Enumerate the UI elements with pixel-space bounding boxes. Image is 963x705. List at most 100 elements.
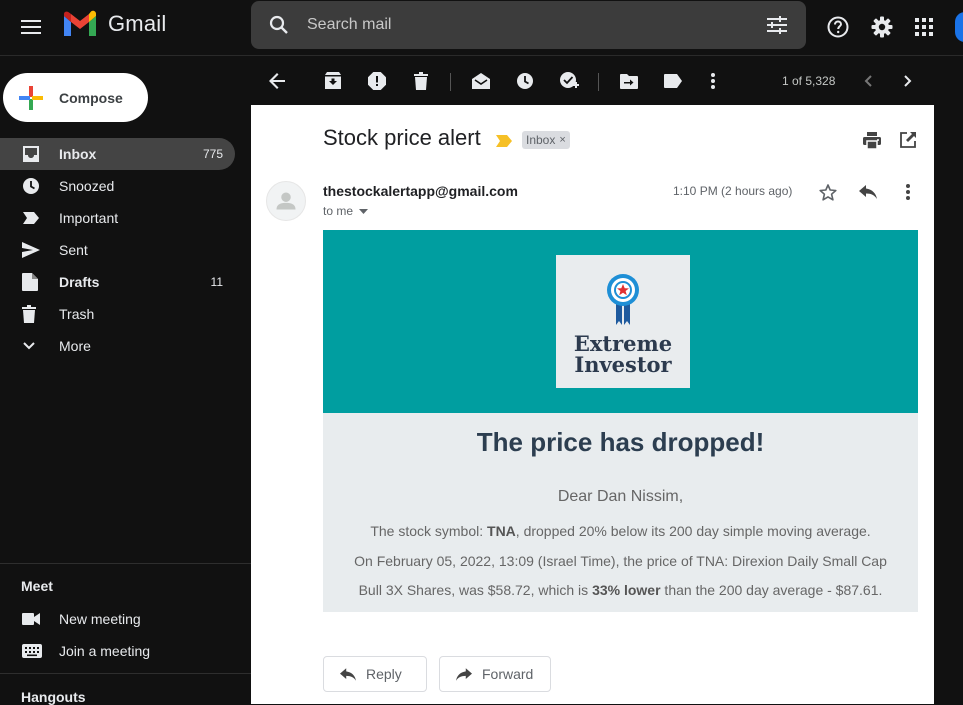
remove-label-button[interactable]: × — [559, 134, 565, 146]
draft-icon — [22, 273, 38, 291]
unread-count: 775 — [202, 147, 223, 161]
email-greeting: Dear Dan Nissim, — [557, 488, 684, 505]
label-chip-text: Inbox — [526, 133, 556, 147]
sidebar-item-label: Important — [59, 210, 119, 226]
star-button[interactable] — [816, 180, 840, 204]
label-icon — [664, 74, 682, 88]
send-icon — [22, 242, 40, 258]
search-bar[interactable] — [251, 1, 806, 49]
delete-button[interactable] — [406, 66, 436, 96]
gmail-logo[interactable]: Gmail — [62, 10, 166, 38]
reply-label: Reply — [366, 666, 402, 682]
join-meeting-button[interactable]: Join a meeting — [0, 635, 235, 667]
forward-label: Forward — [482, 666, 534, 682]
sidebar-item-label: More — [59, 338, 91, 354]
settings-button[interactable] — [865, 10, 899, 44]
snooze-button[interactable] — [510, 66, 540, 96]
email-paragraph: On February 05, 2022, 13:09 (Israel Time… — [354, 553, 887, 569]
more-actions-button[interactable] — [698, 66, 728, 96]
print-icon — [863, 131, 881, 149]
chevron-left-icon — [864, 75, 872, 87]
hamburger-menu-icon — [21, 20, 41, 34]
inbox-label-chip[interactable]: Inbox × — [522, 131, 570, 149]
email-timestamp: 1:10 PM (2 hours ago) — [673, 184, 793, 198]
gmail-m-icon — [64, 10, 96, 36]
account-avatar[interactable] — [955, 12, 963, 42]
sidebar-item-snoozed[interactable]: Snoozed — [0, 170, 235, 202]
report-spam-button[interactable] — [362, 66, 392, 96]
move-folder-icon — [620, 73, 638, 89]
sidebar: Compose Inbox 775 Snoozed Important Sent… — [0, 57, 251, 705]
move-to-button[interactable] — [614, 66, 644, 96]
sender-avatar[interactable] — [266, 181, 306, 221]
print-all-button[interactable] — [860, 128, 884, 152]
toolbar-divider — [598, 73, 599, 91]
text-run: Bull 3X Shares, was $58.72, which is — [358, 582, 593, 598]
sidebar-item-important[interactable]: Important — [0, 202, 235, 234]
compose-label: Compose — [59, 89, 123, 106]
sidebar-item-sent[interactable]: Sent — [0, 234, 235, 266]
app-name: Gmail — [108, 11, 167, 36]
more-vert-icon — [711, 73, 715, 89]
inbox-icon — [23, 146, 39, 162]
more-vert-icon — [906, 184, 910, 200]
open-in-new-icon — [900, 132, 916, 148]
sidebar-divider — [0, 563, 251, 564]
labels-button[interactable] — [658, 66, 688, 96]
meet-section-title: Meet — [21, 578, 53, 594]
forward-icon — [456, 667, 472, 681]
sender-email[interactable]: thestockalertapp@gmail.com — [323, 183, 518, 199]
sidebar-item-label: Snoozed — [59, 178, 115, 194]
tune-icon — [767, 16, 787, 34]
search-input[interactable] — [307, 16, 748, 34]
email-subject: Stock price alert — [323, 125, 481, 150]
important-icon — [496, 135, 512, 147]
open-new-window-button[interactable] — [896, 128, 920, 152]
google-apps-button[interactable] — [907, 10, 941, 44]
sidebar-item-label: Drafts — [59, 274, 100, 290]
search-options-button[interactable] — [748, 16, 806, 34]
recipient-details-toggle[interactable]: to me — [323, 204, 369, 218]
email-heading: The price has dropped! — [476, 427, 765, 457]
email-body: The price has dropped! Dear Dan Nissim, … — [323, 413, 918, 612]
back-button[interactable] — [262, 66, 292, 96]
trash-icon — [22, 305, 36, 323]
more-message-options-button[interactable] — [896, 180, 920, 204]
add-to-tasks-button[interactable] — [554, 66, 584, 96]
clock-icon — [23, 178, 39, 194]
support-button[interactable] — [821, 10, 855, 44]
sidebar-item-drafts[interactable]: Drafts 11 — [0, 266, 235, 298]
compose-button[interactable]: Compose — [3, 73, 148, 122]
top-bar: Gmail — [0, 0, 963, 56]
archive-button[interactable] — [318, 66, 348, 96]
forward-button[interactable]: Forward — [439, 656, 551, 692]
email-banner: Extreme Investor — [323, 230, 918, 413]
search-button[interactable] — [251, 15, 307, 35]
reply-button[interactable]: Reply — [323, 656, 427, 692]
help-icon — [827, 16, 849, 38]
sidebar-item-trash[interactable]: Trash — [0, 298, 235, 330]
sidebar-item-inbox[interactable]: Inbox 775 — [0, 138, 235, 170]
newer-button[interactable] — [853, 66, 883, 96]
logo-text-line2: Investor — [574, 352, 672, 377]
archive-icon — [325, 72, 341, 89]
email-paragraph: The stock symbol: TNA, dropped 20% below… — [323, 523, 918, 539]
main-menu-button[interactable] — [14, 10, 48, 44]
mark-unread-button[interactable] — [466, 66, 496, 96]
importance-marker[interactable] — [496, 134, 512, 152]
sidebar-item-label: Sent — [59, 242, 88, 258]
older-button[interactable] — [893, 66, 923, 96]
toolbar-divider — [450, 73, 451, 91]
recipient-text: to me — [323, 204, 354, 218]
pagination-text: 1 of 5,328 — [782, 74, 836, 88]
email-paragraph: Bull 3X Shares, was $58.72, which is 33%… — [323, 582, 918, 598]
sidebar-item-more[interactable]: More — [0, 330, 235, 362]
reply-icon-button[interactable] — [856, 180, 880, 204]
draft-count: 11 — [210, 275, 223, 289]
message-view: Stock price alert Inbox × thestockalerta… — [251, 105, 934, 704]
main-panel: 1 of 5,328 Stock price alert Inbox × the… — [251, 57, 934, 704]
report-spam-icon — [368, 72, 386, 90]
keyboard-icon — [22, 644, 42, 658]
new-meeting-button[interactable]: New meeting — [0, 603, 235, 635]
chevron-down-icon — [23, 342, 35, 350]
